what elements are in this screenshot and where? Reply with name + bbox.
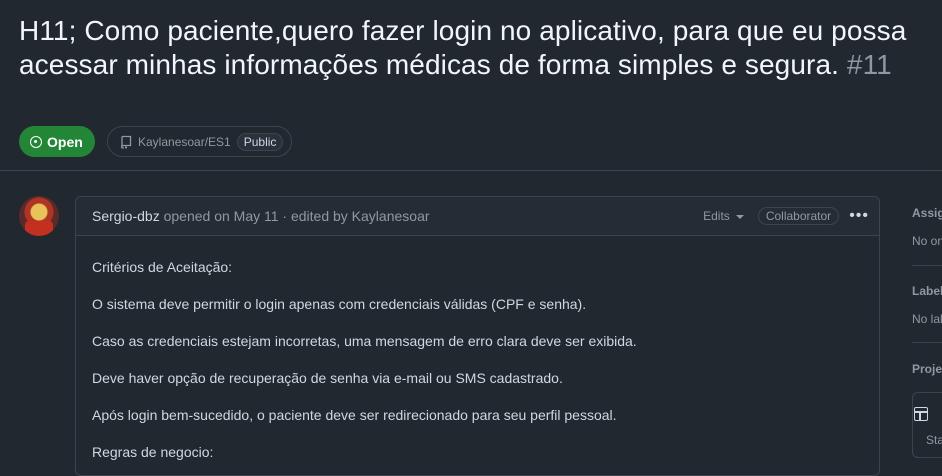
comment-author-link[interactable]: Sergio-dbz bbox=[92, 208, 160, 224]
assignees-value: No on bbox=[912, 234, 942, 248]
issue-body-comment: Sergio-dbz opened on May 11 · edited by … bbox=[75, 196, 880, 476]
assignees-heading[interactable]: Assig bbox=[912, 206, 942, 220]
issue-sidebar: Assig No on Label No lal Proje Sta bbox=[912, 196, 942, 462]
body-paragraph: O sistema deve permitir o login apenas c… bbox=[92, 296, 587, 312]
edits-label: Edits bbox=[703, 209, 730, 223]
body-paragraph: Deve haver opção de recuperação de senha… bbox=[92, 370, 563, 386]
header-divider bbox=[0, 170, 942, 171]
repo-badge[interactable]: Kaylanesoar/ES1 Public bbox=[107, 126, 293, 157]
body-paragraph: Critérios de Aceitação: bbox=[92, 259, 233, 275]
labels-heading[interactable]: Label bbox=[912, 284, 942, 298]
edits-dropdown[interactable]: Edits bbox=[703, 209, 744, 223]
issue-state-badge: Open bbox=[19, 126, 95, 157]
comment-body: Critérios de Aceitação: O sistema deve p… bbox=[76, 236, 879, 474]
body-paragraph: Após login bem-sucedido, o paciente deve… bbox=[92, 407, 617, 423]
issue-number: #11 bbox=[846, 49, 892, 80]
issue-title: H11; Como paciente,quero fazer login no … bbox=[19, 14, 939, 82]
repo-icon bbox=[121, 135, 132, 149]
issue-title-text: H11; Como paciente,quero fazer login no … bbox=[19, 15, 907, 80]
comment-header: Sergio-dbz opened on May 11 · edited by … bbox=[76, 197, 879, 236]
body-paragraph: Caso as credenciais estejam incorretas, … bbox=[92, 333, 637, 349]
author-avatar[interactable] bbox=[19, 196, 59, 236]
table-icon bbox=[914, 407, 928, 421]
kebab-menu-icon[interactable]: ••• bbox=[849, 207, 869, 225]
project-status: Sta bbox=[926, 433, 942, 447]
chevron-down-icon bbox=[735, 215, 744, 219]
sidebar-divider bbox=[912, 265, 942, 266]
visibility-badge: Public bbox=[236, 132, 284, 151]
issue-opened-icon bbox=[30, 135, 42, 148]
repo-name[interactable]: Kaylanesoar/ES1 bbox=[138, 135, 231, 149]
labels-value: No lal bbox=[912, 312, 942, 326]
projects-heading[interactable]: Proje bbox=[912, 362, 942, 376]
project-card[interactable]: Sta bbox=[912, 392, 942, 458]
sidebar-divider bbox=[912, 342, 942, 343]
issue-state-label: Open bbox=[47, 133, 83, 150]
collaborator-badge: Collaborator bbox=[757, 207, 840, 225]
comment-meta: opened on May 11 · edited by Kaylanesoar bbox=[163, 208, 430, 224]
